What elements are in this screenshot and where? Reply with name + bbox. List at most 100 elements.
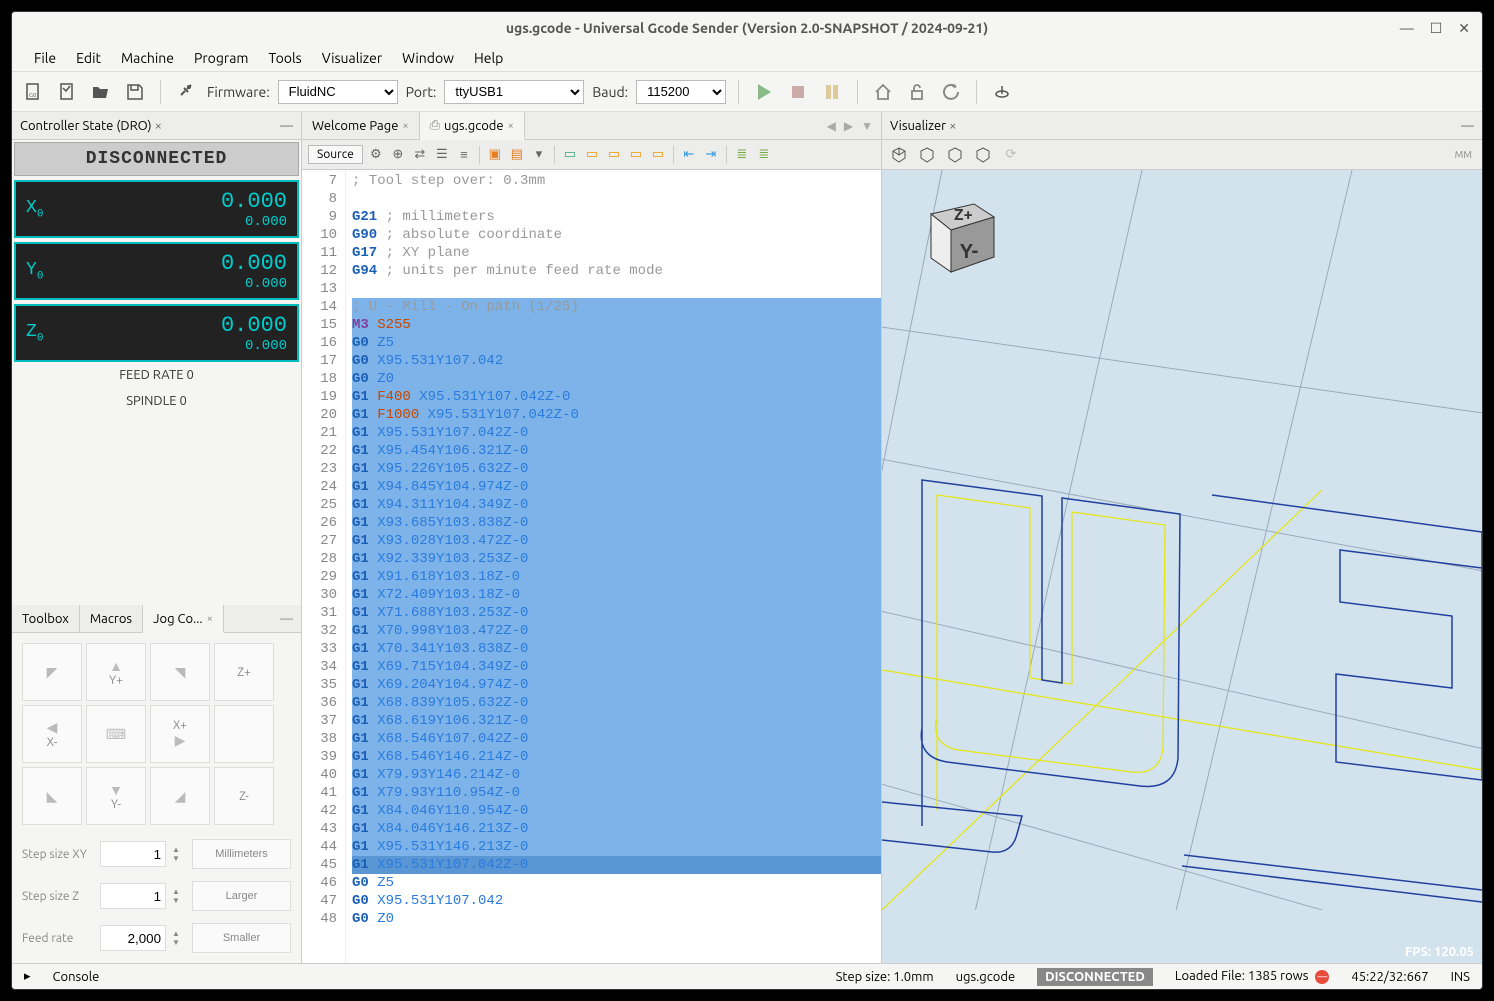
svg-text:G0: G0 (29, 92, 37, 99)
connect-icon[interactable] (173, 79, 199, 105)
pause-icon[interactable] (819, 79, 845, 105)
jog-diag0[interactable]: ◤ (22, 643, 82, 701)
jog-y-minus[interactable]: ▼Y- (86, 767, 146, 825)
editor-tab-ugsgcode[interactable]: ⎙ ugs.gcode × (420, 112, 525, 140)
svg-text:Z+: Z+ (954, 206, 973, 224)
tab-macros[interactable]: Macros (80, 605, 143, 632)
tool-icon[interactable]: ▭ (627, 146, 645, 164)
menu-tools[interactable]: Tools (258, 46, 311, 70)
tool-icon[interactable]: ≣ (755, 146, 773, 164)
tool-icon[interactable]: ▭ (561, 146, 579, 164)
smaller-button[interactable]: Smaller (192, 923, 291, 953)
tool-icon[interactable]: ▾ (530, 146, 548, 164)
tool-icon[interactable]: ⇄ (411, 146, 429, 164)
view-top-icon[interactable] (972, 144, 994, 166)
view-front-icon[interactable] (916, 144, 938, 166)
console-toggle[interactable]: ▸ (24, 969, 31, 984)
probe-icon[interactable] (989, 79, 1015, 105)
minimize-icon[interactable]: — (224, 605, 301, 632)
tool-icon[interactable]: ☰ (433, 146, 451, 164)
unlock-icon[interactable] (904, 79, 930, 105)
port-select[interactable]: ttyUSB1 (444, 80, 584, 104)
tool-icon[interactable]: ▭ (649, 146, 667, 164)
separator (976, 80, 977, 104)
statusbar: ▸ Console Step size: 1.0mm ugs.gcode DIS… (12, 963, 1482, 989)
save-file-icon[interactable] (54, 79, 80, 105)
jog-diag7[interactable] (214, 705, 274, 763)
connection-status: DISCONNECTED (1037, 968, 1153, 986)
main-toolbar: G0 Firmware: FluidNC Port: ttyUSB1 Baud:… (12, 72, 1482, 112)
cancel-icon[interactable]: — (1315, 970, 1329, 984)
insert-mode-status: INS (1451, 970, 1470, 984)
jog-diag2[interactable]: ◥ (150, 643, 210, 701)
panel-minimize-icon[interactable]: — (280, 119, 293, 133)
tool-icon[interactable]: ▭ (605, 146, 623, 164)
tool-icon[interactable]: ▭ (583, 146, 601, 164)
firmware-select[interactable]: FluidNC (278, 80, 398, 104)
menu-visualizer[interactable]: Visualizer (312, 46, 392, 70)
jog-diag8[interactable]: ◣ (22, 767, 82, 825)
baud-select[interactable]: 115200 (636, 80, 726, 104)
feed-rate-input[interactable] (100, 925, 166, 951)
jog-z-minusplus[interactable]: Z+ (214, 643, 274, 701)
jog-x-minus[interactable]: ◀ X- (22, 705, 82, 763)
code-editor[interactable]: 7891011121314151617181920212223242526272… (302, 170, 881, 963)
reset-icon[interactable] (938, 79, 964, 105)
play-icon[interactable] (751, 79, 777, 105)
tab-jogco[interactable]: Jog Co... × (143, 605, 224, 633)
loaded-status: Loaded File: 1385 rows — (1175, 969, 1330, 984)
larger-button[interactable]: Larger (192, 881, 291, 911)
tool-icon[interactable]: ▣ (486, 146, 504, 164)
tool-icon[interactable]: ⇤ (680, 146, 698, 164)
view-iso-icon[interactable] (888, 144, 910, 166)
open-folder-icon[interactable] (88, 79, 114, 105)
refresh-icon[interactable]: ⟳ (1000, 144, 1022, 166)
dro-axis-y[interactable]: Y00.0000.000 (14, 242, 299, 300)
svg-text:Y-: Y- (960, 239, 979, 262)
tool-icon[interactable]: ≣ (733, 146, 751, 164)
units-button[interactable]: Millimeters (192, 839, 291, 869)
tab-toolbox[interactable]: Toolbox (12, 605, 80, 632)
editor-tab-welcomepage[interactable]: Welcome Page × (302, 112, 420, 139)
panel-close-icon[interactable]: × (949, 119, 956, 133)
tool-icon[interactable]: ⇥ (702, 146, 720, 164)
jog-z-minus[interactable]: Z- (214, 767, 274, 825)
tool-icon[interactable]: ⊕ (389, 146, 407, 164)
tool-icon[interactable]: ≡ (455, 146, 473, 164)
feed-rate-display: FEED RATE 0 (14, 362, 299, 388)
jog-y-minusplus[interactable]: ▲Y+ (86, 643, 146, 701)
maximize-icon[interactable]: ☐ (1430, 20, 1443, 37)
dro-axis-z[interactable]: Z00.0000.000 (14, 304, 299, 362)
close-icon[interactable]: ✕ (1458, 20, 1470, 37)
jog-x-minusplus[interactable]: X+ ▶ (150, 705, 210, 763)
menu-file[interactable]: File (24, 46, 66, 70)
tool-icon[interactable]: ▤ (508, 146, 526, 164)
menu-machine[interactable]: Machine (111, 46, 184, 70)
view-side-icon[interactable] (944, 144, 966, 166)
menu-help[interactable]: Help (464, 46, 513, 70)
tool-icon[interactable]: ⚙ (367, 146, 385, 164)
step-z-input[interactable] (100, 883, 166, 909)
dro-axis-x[interactable]: X00.0000.000 (14, 180, 299, 238)
source-button[interactable]: Source (308, 145, 363, 164)
window-title: ugs.gcode - Universal Gcode Sender (Vers… (20, 20, 1474, 36)
new-file-icon[interactable]: G0 (20, 79, 46, 105)
orientation-cube[interactable]: Z+ Y- (916, 192, 996, 272)
home-icon[interactable] (870, 79, 896, 105)
file-status: ugs.gcode (956, 970, 1016, 984)
bottom-tabs: ToolboxMacrosJog Co... ×— (12, 605, 301, 633)
menu-edit[interactable]: Edit (66, 46, 111, 70)
visualizer-canvas[interactable]: Z+ Y- FPS: 120.05 (882, 170, 1482, 963)
menu-window[interactable]: Window (392, 46, 464, 70)
console-label[interactable]: Console (53, 970, 100, 984)
step-xy-input[interactable] (100, 841, 166, 867)
jog-diag5[interactable]: ⌨ (86, 705, 146, 763)
menu-program[interactable]: Program (184, 46, 258, 70)
jog-diag10[interactable]: ◢ (150, 767, 210, 825)
stop-icon[interactable] (785, 79, 811, 105)
panel-minimize-icon[interactable]: — (1461, 119, 1474, 133)
step-z-label: Step size Z (22, 890, 94, 903)
minimize-icon[interactable]: — (1400, 20, 1414, 37)
panel-close-icon[interactable]: × (155, 119, 162, 133)
save-icon[interactable] (122, 79, 148, 105)
